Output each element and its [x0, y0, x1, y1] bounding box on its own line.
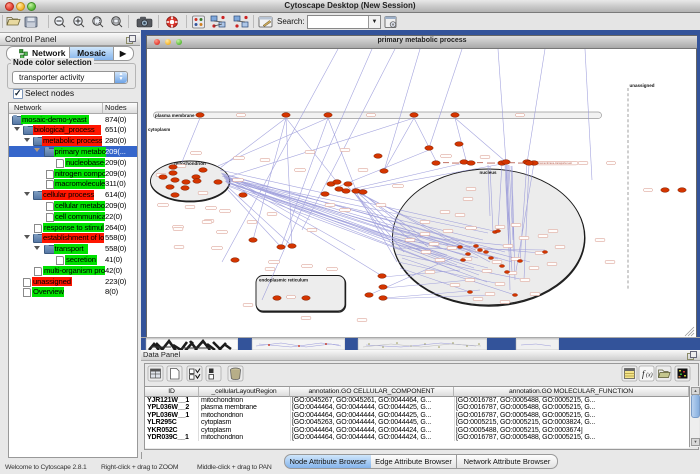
svg-text:plasma membrane: plasma membrane — [155, 113, 195, 118]
svg-text:(x): (x) — [646, 372, 653, 379]
svg-text:unassigned: unassigned — [630, 83, 655, 88]
svg-text:nucleus: nucleus — [479, 170, 497, 175]
svg-text:cytoplasm: cytoplasm — [148, 127, 170, 132]
svg-text:endoplasmic reticulum: endoplasmic reticulum — [259, 278, 308, 283]
svg-text:transmembrane-transporter-act: transmembrane-transporter-act — [536, 161, 572, 165]
